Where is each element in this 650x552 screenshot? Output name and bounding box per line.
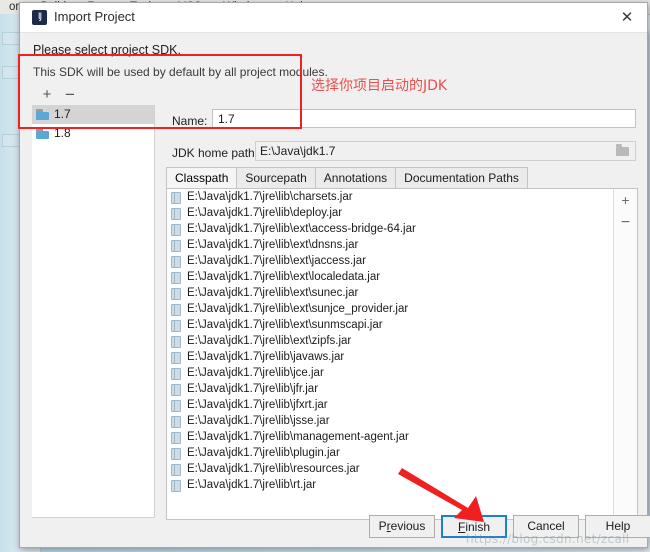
classpath-entry[interactable]: E:\Java\jdk1.7\jre\lib\ext\access-bridge… <box>167 221 613 237</box>
classpath-entry[interactable]: E:\Java\jdk1.7\jre\lib\deploy.jar <box>167 205 613 221</box>
tab-classpath[interactable]: Classpath <box>166 167 238 188</box>
classpath-entry-label: E:\Java\jdk1.7\jre\lib\ext\sunjce_provid… <box>187 303 409 315</box>
jar-icon <box>171 384 181 396</box>
cancel-button[interactable]: Cancel <box>513 515 579 538</box>
remove-sdk-button[interactable]: − <box>61 86 79 104</box>
jar-icon <box>171 448 181 460</box>
classpath-entry-label: E:\Java\jdk1.7\jre\lib\ext\sunec.jar <box>187 287 359 299</box>
jar-icon <box>171 288 181 300</box>
classpath-entry-label: E:\Java\jdk1.7\jre\lib\ext\dnsns.jar <box>187 239 359 251</box>
tool-window-stub-icon[interactable] <box>2 32 20 45</box>
close-icon[interactable]: ✕ <box>613 7 641 29</box>
tool-window-stub-icon[interactable] <box>2 134 20 147</box>
jar-icon <box>171 240 181 252</box>
classpath-entry[interactable]: E:\Java\jdk1.7\jre\lib\jfr.jar <box>167 381 613 397</box>
classpath-entry[interactable]: E:\Java\jdk1.7\jre\lib\resources.jar <box>167 461 613 477</box>
sdk-name-input[interactable] <box>212 109 636 128</box>
jdk-home-path-label: JDK home path: <box>172 146 259 160</box>
page-subtitle: This SDK will be used by default by all … <box>33 65 328 79</box>
classpath-entry-label: E:\Java\jdk1.7\jre\lib\plugin.jar <box>187 447 340 459</box>
classpath-entry[interactable]: E:\Java\jdk1.7\jre\lib\javaws.jar <box>167 349 613 365</box>
classpath-entry-label: E:\Java\jdk1.7\jre\lib\charsets.jar <box>187 191 353 203</box>
finish-button[interactable]: Finish <box>441 515 507 538</box>
tab-documentation-paths[interactable]: Documentation Paths <box>395 167 528 188</box>
tool-window-stub-icon[interactable] <box>2 66 20 79</box>
classpath-entry-label: E:\Java\jdk1.7\jre\lib\jfr.jar <box>187 383 319 395</box>
remove-classpath-button[interactable]: − <box>617 214 634 231</box>
jar-icon <box>171 336 181 348</box>
classpath-entry[interactable]: E:\Java\jdk1.7\jre\lib\ext\sunec.jar <box>167 285 613 301</box>
jar-icon <box>171 432 181 444</box>
add-classpath-button[interactable]: + <box>617 192 634 209</box>
previous-button[interactable]: Previous <box>369 515 435 538</box>
classpath-entry[interactable]: E:\Java\jdk1.7\jre\lib\management-agent.… <box>167 429 613 445</box>
jar-icon <box>171 352 181 364</box>
classpath-entry-label: E:\Java\jdk1.7\jre\lib\ext\sunmscapi.jar <box>187 319 383 331</box>
tab-sourcepath[interactable]: Sourcepath <box>236 167 316 188</box>
classpath-entry-label: E:\Java\jdk1.7\jre\lib\management-agent.… <box>187 431 409 443</box>
sdk-list-item-label: 1.8 <box>54 126 71 140</box>
jar-icon <box>171 272 181 284</box>
help-button[interactable]: Help <box>585 515 650 538</box>
sdk-list-item-label: 1.7 <box>54 107 71 121</box>
jar-icon <box>171 192 181 204</box>
classpath-entry-label: E:\Java\jdk1.7\jre\lib\ext\zipfs.jar <box>187 335 352 347</box>
sdk-list-item[interactable]: 1.7 <box>32 105 154 124</box>
classpath-entry[interactable]: E:\Java\jdk1.7\jre\lib\ext\jaccess.jar <box>167 253 613 269</box>
folder-icon[interactable] <box>612 143 634 159</box>
classpath-entry-label: E:\Java\jdk1.7\jre\lib\jce.jar <box>187 367 324 379</box>
classpath-entry[interactable]: E:\Java\jdk1.7\jre\lib\ext\sunmscapi.jar <box>167 317 613 333</box>
classpath-entry-label: E:\Java\jdk1.7\jre\lib\ext\jaccess.jar <box>187 255 366 267</box>
classpath-entry[interactable]: E:\Java\jdk1.7\jre\lib\ext\dnsns.jar <box>167 237 613 253</box>
jar-icon <box>171 256 181 268</box>
page-title: Please select project SDK. <box>33 43 181 57</box>
dialog-body: Please select project SDK. This SDK will… <box>20 33 650 547</box>
jar-icon <box>171 320 181 332</box>
jar-icon <box>171 208 181 220</box>
dialog-button-bar: Previous Finish Cancel Help <box>20 515 650 539</box>
classpath-entry-label: E:\Java\jdk1.7\jre\lib\ext\access-bridge… <box>187 223 416 235</box>
jar-icon <box>171 464 181 476</box>
classpath-entry[interactable]: E:\Java\jdk1.7\jre\lib\jsse.jar <box>167 413 613 429</box>
intellij-idea-icon: IJ <box>32 10 47 25</box>
classpath-tabs: Classpath Sourcepath Annotations Documen… <box>166 167 636 188</box>
classpath-entry-label: E:\Java\jdk1.7\jre\lib\resources.jar <box>187 463 360 475</box>
name-label: Name: <box>172 114 208 128</box>
classpath-entry-label: E:\Java\jdk1.7\jre\lib\rt.jar <box>187 479 317 491</box>
classpath-entry-label: E:\Java\jdk1.7\jre\lib\deploy.jar <box>187 207 343 219</box>
classpath-entry[interactable]: E:\Java\jdk1.7\jre\lib\plugin.jar <box>167 445 613 461</box>
classpath-panel: E:\Java\jdk1.7\jre\lib\charsets.jar E:\J… <box>166 188 638 520</box>
add-sdk-button[interactable]: + <box>38 86 56 104</box>
jar-icon <box>171 304 181 316</box>
jar-icon <box>171 368 181 380</box>
jdk-icon <box>36 128 49 139</box>
sdk-list[interactable]: 1.7 1.8 <box>32 105 155 518</box>
classpath-entry-label: E:\Java\jdk1.7\jre\lib\javaws.jar <box>187 351 345 363</box>
jar-icon <box>171 416 181 428</box>
jar-icon <box>171 480 181 492</box>
classpath-entry[interactable]: E:\Java\jdk1.7\jre\lib\jfxrt.jar <box>167 397 613 413</box>
import-project-dialog: IJ Import Project ✕ Please select projec… <box>19 2 650 548</box>
classpath-entry[interactable]: E:\Java\jdk1.7\jre\lib\ext\zipfs.jar <box>167 333 613 349</box>
jdk-icon <box>36 109 49 120</box>
classpath-entry-label: E:\Java\jdk1.7\jre\lib\ext\localedata.ja… <box>187 271 381 283</box>
classpath-entry[interactable]: E:\Java\jdk1.7\jre\lib\ext\localedata.ja… <box>167 269 613 285</box>
classpath-entry[interactable]: E:\Java\jdk1.7\jre\lib\ext\sunjce_provid… <box>167 301 613 317</box>
classpath-side-toolbar: + − <box>613 189 637 517</box>
jar-icon <box>171 400 181 412</box>
dialog-titlebar: IJ Import Project ✕ <box>20 3 647 33</box>
tab-annotations[interactable]: Annotations <box>314 167 397 188</box>
classpath-entry[interactable]: E:\Java\jdk1.7\jre\lib\jce.jar <box>167 365 613 381</box>
classpath-entry-label: E:\Java\jdk1.7\jre\lib\jsse.jar <box>187 415 330 427</box>
classpath-list[interactable]: E:\Java\jdk1.7\jre\lib\charsets.jar E:\J… <box>167 189 613 517</box>
jdk-home-path-field[interactable]: E:\Java\jdk1.7 <box>255 141 636 161</box>
classpath-entry-label: E:\Java\jdk1.7\jre\lib\jfxrt.jar <box>187 399 328 411</box>
sdk-list-item[interactable]: 1.8 <box>32 124 154 143</box>
classpath-entry[interactable]: E:\Java\jdk1.7\jre\lib\rt.jar <box>167 477 613 493</box>
classpath-entry[interactable]: E:\Java\jdk1.7\jre\lib\charsets.jar <box>167 189 613 205</box>
jar-icon <box>171 224 181 236</box>
sdk-list-toolbar: + − <box>32 85 154 105</box>
dialog-title: Import Project <box>54 9 135 24</box>
jdk-home-path-value: E:\Java\jdk1.7 <box>260 144 336 158</box>
